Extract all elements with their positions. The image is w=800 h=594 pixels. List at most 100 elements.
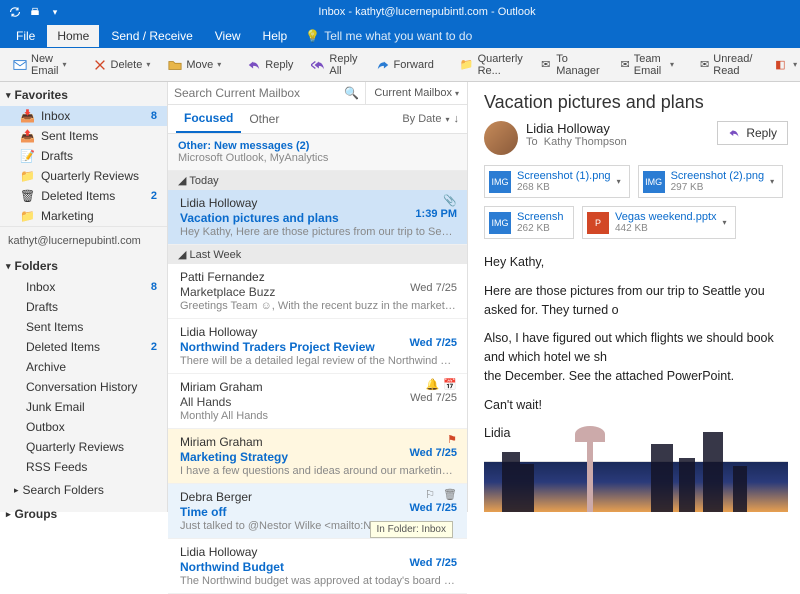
forward-button[interactable]: Forward [369,54,441,76]
bulb-icon: 💡 [305,29,320,43]
chevron-down-icon: ▾ [6,90,11,101]
reply-button[interactable]: Reply [240,54,300,76]
reading-from: Lidia Holloway [526,121,627,136]
mail-icon [13,58,27,72]
quickstep-3[interactable]: ✉Team Email▾ [614,49,682,81]
search-folders[interactable]: ▸Search Folders [0,477,167,501]
move-button[interactable]: Move▾ [161,54,228,76]
group-lastweek[interactable]: ◢ Last Week [168,245,467,264]
quickstep-1[interactable]: 📁Quarterly Re... [453,49,530,81]
attachments: IMGScreenshot (1).png268 KB▾ IMGScreensh… [484,165,788,239]
favorites-header[interactable]: ▾ Favorites [0,82,167,106]
favorites-label: Favorites [15,88,68,102]
folder-sent[interactable]: Sent Items [0,317,167,337]
folder-deleted[interactable]: Deleted Items2 [0,337,167,357]
attachment[interactable]: IMGScreenshot (2).png297 KB▾ [638,165,784,198]
reply-icon [247,58,261,72]
unread-read-button[interactable]: ✉Unread/ Read [693,49,764,81]
flag-icon[interactable]: ⚑ [447,433,457,446]
tab-file[interactable]: File [6,25,45,47]
groups-header[interactable]: ▸Groups [0,501,167,525]
search-icon[interactable]: 🔍 [344,86,359,100]
tab-sendreceive[interactable]: Send / Receive [101,25,202,47]
folder-archive[interactable]: Archive [0,357,167,377]
message-item[interactable]: Lidia Holloway Northwind Traders Project… [168,319,467,374]
envelope-icon: ✉ [700,58,709,72]
search-box[interactable]: 🔍 [168,82,366,104]
tab-view[interactable]: View [205,25,251,47]
tab-other[interactable]: Other [241,106,287,132]
message-item[interactable]: ⚑ Miriam Graham Marketing Strategy Wed 7… [168,429,467,484]
other-banner[interactable]: Other: New messages (2) Microsoft Outloo… [168,134,467,171]
list-tabs: Focused Other By Date▾↓ [168,105,467,134]
reply-all-icon [311,58,325,72]
sidebar-item-quarterly[interactable]: 📁Quarterly Reviews [0,166,167,186]
other-banner-sub: Microsoft Outlook, MyAnalytics [178,152,457,164]
tab-help[interactable]: Help [253,25,298,47]
reading-pane: Vacation pictures and plans Lidia Hollow… [468,82,800,512]
reading-meta: Lidia Holloway To Kathy Thompson Reply [484,121,788,155]
tab-focused[interactable]: Focused [176,105,241,133]
folders-header[interactable]: ▾ Folders [0,253,167,277]
sidebar-item-drafts[interactable]: 📝Drafts [0,146,167,166]
folder-outbox[interactable]: Outbox [0,417,167,437]
folder-icon: 📁 [20,169,35,183]
quickstep-2[interactable]: ✉To Manager [534,49,609,81]
powerpoint-icon: P [587,212,609,234]
folders-label: Folders [15,259,58,273]
reading-subject: Vacation pictures and plans [484,92,788,113]
attachment[interactable]: IMGScreensh262 KB [484,206,574,239]
search-row: 🔍 Current Mailbox▾ [168,82,467,105]
reply-all-label: Reply All [329,53,357,77]
sidebar-item-deleted[interactable]: 🗑Deleted Items2 [0,186,167,206]
categorize-button[interactable]: ◧▾ [768,54,800,76]
move-label: Move [186,59,213,71]
sidebar-item-marketing[interactable]: 📁Marketing [0,206,167,226]
reading-to: Kathy Thompson [544,136,627,148]
tell-me[interactable]: 💡 Tell me what you want to do [305,29,472,43]
search-scope[interactable]: Current Mailbox▾ [366,83,467,103]
attachment[interactable]: IMGScreenshot (1).png268 KB▾ [484,165,630,198]
message-item[interactable]: Lidia Holloway Northwind Budget Wed 7/25… [168,539,467,594]
categorize-icon: ◧ [775,58,789,72]
attachment[interactable]: PVegas weekend.pptx442 KB▾ [582,206,736,239]
folder-junk[interactable]: Junk Email [0,397,167,417]
tab-home[interactable]: Home [47,25,99,47]
folder-convhistory[interactable]: Conversation History [0,377,167,397]
move-icon [168,58,182,72]
reply-all-button[interactable]: Reply All [304,49,364,81]
quickprint-icon[interactable] [28,5,42,19]
reminder-icon: 🔔 [426,378,440,391]
group-today[interactable]: ◢ Today [168,171,467,190]
account-label[interactable]: kathyt@lucernepubintl.com [0,226,167,253]
badge: 8 [151,110,157,122]
avatar[interactable] [484,121,518,155]
main-area: ▾ Favorites 📥Inbox 8 📤Sent Items 📝Drafts… [0,82,800,512]
delete-button[interactable]: Delete▾ [86,54,158,76]
forward-icon [376,58,390,72]
image-icon: IMG [489,171,511,193]
folder-quarterly[interactable]: Quarterly Reviews [0,437,167,457]
overflow-icon[interactable]: ▾ [48,5,62,19]
message-item[interactable]: Patti Fernandez Marketplace Buzz Wed 7/2… [168,264,467,319]
message-item[interactable]: 📎 Lidia Holloway Vacation pictures and p… [168,190,467,245]
sidebar-item-sent[interactable]: 📤Sent Items [0,126,167,146]
chevron-down-icon: ▾ [6,261,11,272]
folder-inbox[interactable]: Inbox8 [0,277,167,297]
message-item[interactable]: 🔔📅 Miriam Graham All Hands Wed 7/25 Mont… [168,374,467,429]
sync-icon[interactable] [8,5,22,19]
sidebar-item-inbox[interactable]: 📥Inbox 8 [0,106,167,126]
sort-button[interactable]: By Date▾↓ [402,113,459,125]
folder-drafts[interactable]: Drafts [0,297,167,317]
delete-icon[interactable]: 🗑 [443,488,457,501]
search-input[interactable] [174,86,344,100]
folder-rss[interactable]: RSS Feeds [0,457,167,477]
image-icon: IMG [489,212,511,234]
delete-label: Delete [111,59,143,71]
reading-body: Hey Kathy, Here are those pictures from … [484,253,788,453]
new-email-button[interactable]: New Email▾ [6,49,74,81]
reply-button[interactable]: Reply [717,121,788,145]
calendar-icon: 📅 [443,378,457,391]
flag-icon[interactable]: ⚐ [425,488,435,501]
other-banner-title: Other: New messages (2) [178,140,457,152]
